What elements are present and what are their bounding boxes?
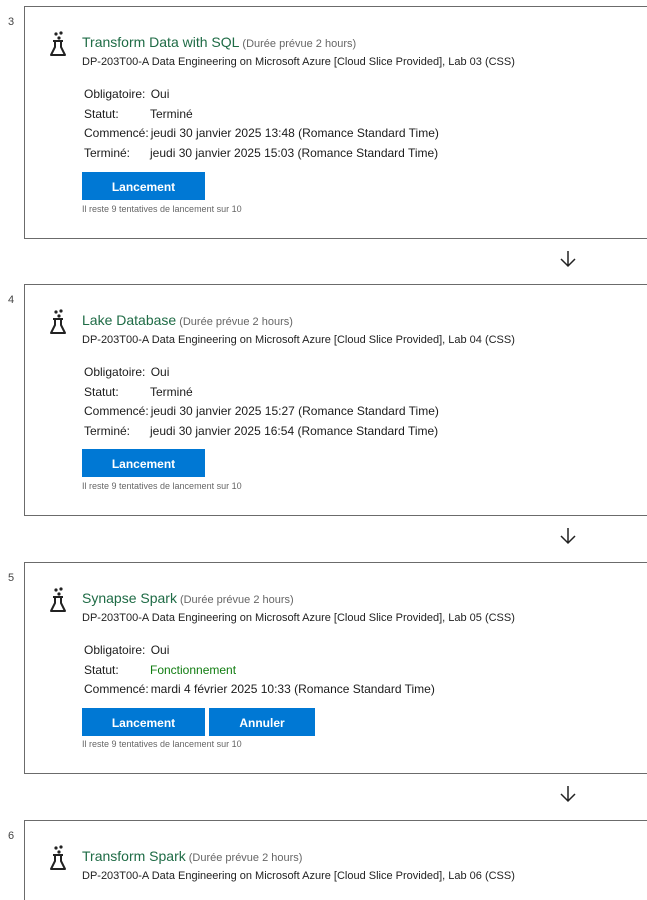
required-row: Obligatoire: Oui [84,363,439,383]
lab-card-4: Lake Database (Durée prévue 2 hours) DP-2… [24,284,647,516]
started-row: Commencé: mardi 4 février 2025 10:33 (Rom… [84,680,435,700]
status-label: Statut: [84,662,119,677]
cancel-button[interactable]: Annuler [209,708,315,736]
started-value: mardi 4 février 2025 10:33 (Romance Stan… [150,682,435,696]
ended-row: Terminé: jeudi 30 janvier 2025 15:03 (Rom… [84,144,439,164]
required-value: Oui [150,87,170,101]
ended-label: Terminé: [84,423,131,438]
attempts-note: Il reste 9 tentatives de lancement sur 1… [82,204,242,214]
status-value: Terminé [150,106,193,121]
ended-label: Terminé: [84,145,131,160]
status-value: Terminé [150,384,193,399]
arrow-down-icon [560,528,576,545]
lab-title-line: Transform Data with SQL (Durée prévue 2 h… [82,34,356,50]
lab-details: Obligatoire: Oui Statut: Fonctionnement C… [84,641,435,700]
started-label: Commencé: [84,126,149,140]
lab-card-3: Transform Data with SQL (Durée prévue 2 h… [24,6,647,239]
launch-button[interactable]: Lancement [82,172,205,200]
started-row: Commencé: jeudi 30 janvier 2025 15:27 (Ro… [84,402,439,422]
started-label: Commencé: [84,682,149,696]
started-value: jeudi 30 janvier 2025 15:27 (Romance Sta… [150,404,439,418]
step-number: 3 [8,16,15,28]
status-label: Statut: [84,384,119,399]
lab-duration: (Durée prévue 2 hours) [179,316,293,328]
button-group: Lancement Annuler [82,708,315,736]
required-row: Obligatoire: Oui [84,641,435,661]
required-label: Obligatoire: [84,87,146,101]
lab-details: Obligatoire: Oui Statut: Terminé Commencé… [84,363,439,441]
flask-icon [50,587,66,612]
lab-title-line: Lake Database (Durée prévue 2 hours) [82,312,293,328]
launch-button[interactable]: Lancement [82,449,205,477]
flask-icon [50,309,66,334]
required-value: Oui [150,365,170,379]
attempts-note: Il reste 9 tentatives de lancement sur 1… [82,739,242,749]
ended-value: jeudi 30 janvier 2025 16:54 (Romance Sta… [150,423,439,438]
lab-details: Obligatoire: Oui Statut: Terminé Commencé… [84,85,439,163]
lab-card-6: Transform Spark (Durée prévue 2 hours) DP… [24,820,647,900]
status-label: Statut: [84,106,119,121]
required-label: Obligatoire: [84,643,146,657]
lab-title[interactable]: Synapse Spark [82,590,177,606]
status-row: Statut: Fonctionnement [84,661,435,681]
arrow-down-icon [560,251,576,268]
lab-title[interactable]: Transform Data with SQL [82,34,239,50]
required-label: Obligatoire: [84,365,146,379]
step-number: 4 [8,294,15,306]
lab-card-5: Synapse Spark (Durée prévue 2 hours) DP-2… [24,562,647,774]
lab-duration: (Durée prévue 2 hours) [179,594,294,606]
started-row: Commencé: jeudi 30 janvier 2025 13:48 (Ro… [84,124,439,144]
status-row: Statut: Terminé [84,105,439,125]
flask-icon [50,845,66,870]
step-number: 6 [8,830,15,842]
course-name: DP-203T00-A Data Engineering on Microsof… [82,334,515,346]
lab-title-line: Transform Spark (Durée prévue 2 hours) [82,848,302,864]
course-name: DP-203T00-A Data Engineering on Microsof… [82,870,515,882]
arrow-down-icon [560,786,576,803]
lab-title[interactable]: Lake Database [82,312,176,328]
ended-value: jeudi 30 janvier 2025 15:03 (Romance Sta… [150,145,439,160]
lab-duration: (Durée prévue 2 hours) [242,38,357,50]
lab-duration: (Durée prévue 2 hours) [188,852,303,864]
lab-title-line: Synapse Spark (Durée prévue 2 hours) [82,590,294,606]
started-label: Commencé: [84,404,149,418]
flask-icon [50,31,66,56]
status-value: Fonctionnement [150,662,237,677]
course-name: DP-203T00-A Data Engineering on Microsof… [82,56,515,68]
button-group: Lancement [82,449,205,477]
ended-row: Terminé: jeudi 30 janvier 2025 16:54 (Rom… [84,422,439,442]
course-name: DP-203T00-A Data Engineering on Microsof… [82,612,515,624]
required-row: Obligatoire: Oui [84,85,439,105]
required-value: Oui [150,643,170,657]
step-number: 5 [8,572,15,584]
status-row: Statut: Terminé [84,383,439,403]
launch-button[interactable]: Lancement [82,708,205,736]
attempts-note: Il reste 9 tentatives de lancement sur 1… [82,481,242,491]
button-group: Lancement [82,172,205,200]
started-value: jeudi 30 janvier 2025 13:48 (Romance Sta… [150,126,439,140]
lab-title[interactable]: Transform Spark [82,848,186,864]
